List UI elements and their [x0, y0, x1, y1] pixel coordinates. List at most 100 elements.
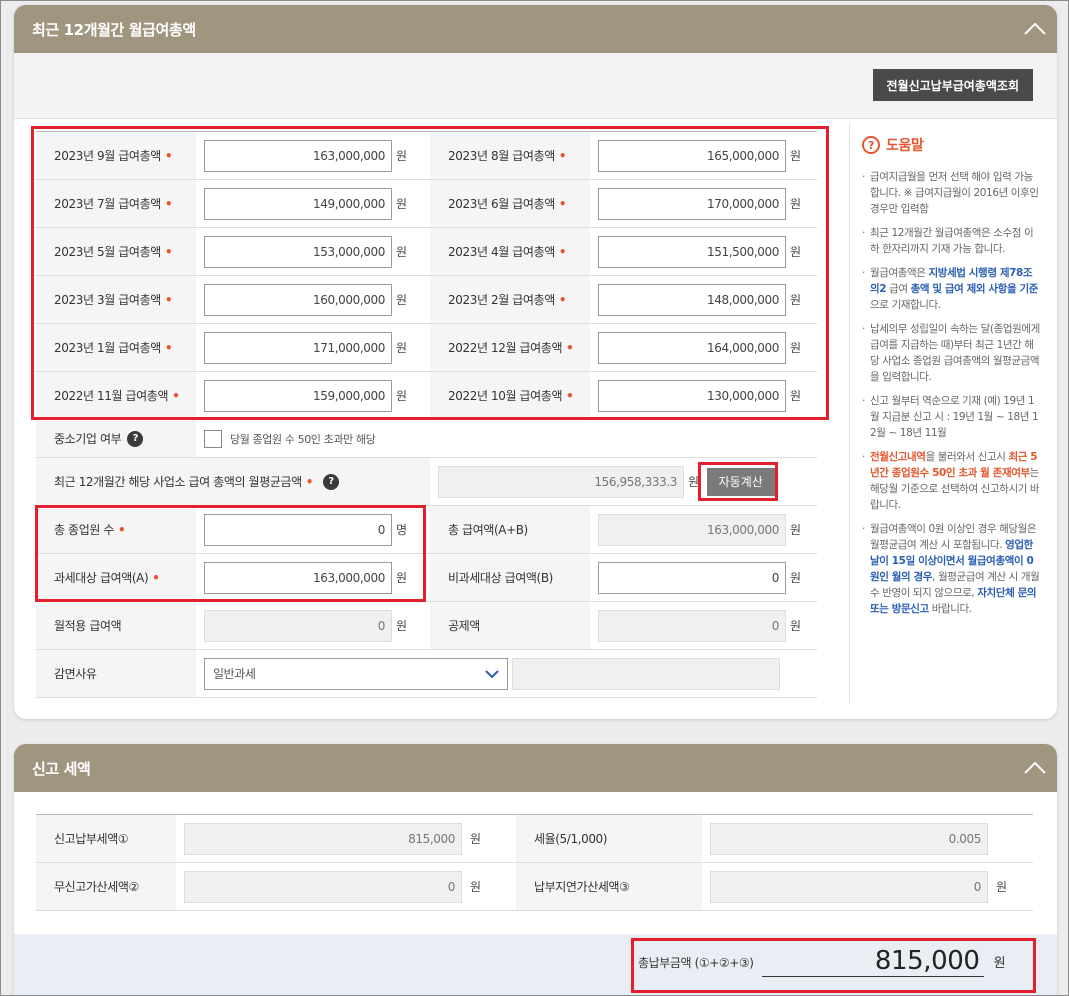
unit-label: 명: [396, 523, 407, 537]
month-label-text: 2023년 1월 급여총액: [54, 341, 161, 355]
month-pay-input[interactable]: 163,000,000: [204, 139, 392, 172]
tax-table: 신고납부세액① 815,000 원 세율(5/1,000) 0.005 무신고가…: [36, 814, 1033, 911]
unit-label: 원: [396, 293, 407, 307]
required-mark: •: [305, 474, 314, 489]
help-item: 신고 월부터 역순으로 기재 (예) 19년 1월 지급분 신고 시 : 19년…: [862, 393, 1041, 441]
help-list: 급여지급월을 먼저 선택 해야 입력 가능 합니다. ※ 급여지급월이 2016…: [862, 169, 1041, 617]
avg-label: 최근 12개월간 해당 사업소 급여 총액의 월평균금액 •?: [36, 458, 430, 505]
help-text: 최근 12개월간 월급여총액은 소수점 이하 한자리까지 기재 가능 합니다.: [870, 227, 1034, 255]
reported-tax-label: 신고납부세액①: [36, 815, 176, 862]
table-row: 신고납부세액① 815,000 원 세율(5/1,000) 0.005: [36, 815, 1033, 863]
month-label: 2023년 5월 급여총액 •: [36, 228, 196, 275]
unit-label: 원: [790, 341, 801, 355]
taxable-input[interactable]: 163,000,000: [204, 561, 392, 594]
table-row: 과세대상 급여액(A) • 163,000,000 원 비과세대상 급여액(B) 0 원: [36, 554, 817, 602]
help-text: 을 불러와서 신고시: [925, 451, 1009, 463]
month-pay-input[interactable]: 148,000,000: [598, 283, 786, 316]
month-pay-input[interactable]: 130,000,000: [598, 379, 786, 412]
month-pay-input[interactable]: 170,000,000: [598, 187, 786, 220]
help-icon[interactable]: ?: [127, 430, 144, 447]
unit-label: 원: [790, 293, 801, 307]
month-pay-input[interactable]: 153,000,000: [204, 235, 392, 268]
monthly-pay-table: 2023년 9월 급여총액 • 163,000,000 원 2023년 8월 급여총액 •…: [36, 131, 817, 701]
required-mark: •: [118, 522, 126, 537]
month-pay-input[interactable]: 159,000,000: [204, 379, 392, 412]
month-label: 2023년 6월 급여총액 •: [430, 180, 590, 227]
month-pay-input[interactable]: 171,000,000: [204, 331, 392, 364]
month-pay-input[interactable]: 164,000,000: [598, 331, 786, 364]
toolbar: 전월신고납부급여총액조회: [14, 53, 1057, 119]
month-label: 2023년 8월 급여총액 •: [430, 132, 590, 179]
deduction-field: 0: [598, 609, 786, 642]
table-row: 2023년 7월 급여총액 • 149,000,000 원 2023년 6월 급여총액 •…: [36, 180, 817, 228]
exemption-label: 감면사유: [36, 650, 196, 697]
exemption-value: 일반과세: [213, 667, 256, 681]
month-label-text: 2022년 12월 급여총액: [448, 341, 563, 355]
monthly-applied-field: 0: [204, 609, 392, 642]
late-field: 0: [710, 870, 988, 903]
table-row: 감면사유 일반과세: [36, 650, 817, 698]
monthly-pay-panel: 최근 12개월간 월급여총액 전월신고납부급여총액조회 2023년 9월 급여총…: [14, 5, 1057, 719]
table-row: 2023년 5월 급여총액 • 153,000,000 원 2023년 4월 급여총액 •…: [36, 228, 817, 276]
month-label-text: 2023년 8월 급여총액: [448, 149, 555, 163]
month-label: 2023년 9월 급여총액 •: [36, 132, 196, 179]
sme-label-text: 중소기업 여부: [54, 432, 122, 446]
help-text: 총액 및 급여 제외 사항을 기준: [910, 283, 1039, 295]
chevron-up-icon[interactable]: [1013, 744, 1057, 792]
nontaxable-label-text: 비과세대상 급여액(B): [448, 571, 553, 585]
late-label: 납부지연가산세액③: [516, 863, 702, 910]
month-label-text: 2023년 5월 급여총액: [54, 245, 161, 259]
month-label: 2022년 12월 급여총액 •: [430, 324, 590, 371]
total-amount: 총납부금액 (①+②+③) 815,000 원: [638, 946, 1006, 977]
unit-label: 원: [790, 571, 801, 585]
month-pay-input[interactable]: 151,500,000: [598, 235, 786, 268]
nontaxable-label: 비과세대상 급여액(B): [430, 554, 590, 601]
total-pay-field: 163,000,000: [598, 513, 786, 546]
required-mark: •: [558, 148, 567, 163]
table-row: 월적용 급여액 0 원 공제액 0 원: [36, 602, 817, 650]
unit-label: 원: [470, 832, 481, 846]
month-pay-input[interactable]: 160,000,000: [204, 283, 392, 316]
deduction-label: 공제액: [430, 602, 590, 649]
lookup-previous-button[interactable]: 전월신고납부급여총액조회: [872, 69, 1033, 101]
nontaxable-input[interactable]: 0: [598, 561, 786, 594]
panel-header: 신고 세액: [14, 744, 1057, 792]
help-item: 월급여총액이 0원 이상인 경우 해당월은 월평균급여 계산 시 포함됩니다. …: [862, 521, 1041, 617]
unit-label: 원: [688, 475, 699, 489]
month-label-text: 2023년 4월 급여총액: [448, 245, 555, 259]
table-row: 2022년 11월 급여총액 • 159,000,000 원 2022년 10월 급여총…: [36, 372, 817, 420]
help-icon[interactable]: ?: [323, 473, 340, 490]
help-text: 바랍니다.: [928, 603, 972, 615]
deduction-label-text: 공제액: [448, 619, 480, 633]
required-mark: •: [172, 388, 180, 403]
employees-input[interactable]: 0: [204, 513, 392, 546]
month-pay-input[interactable]: 165,000,000: [598, 139, 786, 172]
required-mark: •: [164, 340, 173, 355]
month-label: 2023년 7월 급여총액 •: [36, 180, 196, 227]
sme-label: 중소기업 여부?: [36, 420, 196, 457]
sme-checkbox[interactable]: [204, 429, 222, 448]
help-item: 납세의무 성립일이 속하는 달(종업원에게 급여를 지급하는 때)부터 최근 1…: [862, 321, 1041, 385]
month-pay-input[interactable]: 149,000,000: [204, 187, 392, 220]
required-mark: •: [164, 148, 173, 163]
unit-label: 원: [790, 245, 801, 259]
month-label: 2023년 2월 급여총액 •: [430, 276, 590, 323]
month-label-text: 2023년 2월 급여총액: [448, 293, 555, 307]
unit-label: 원: [993, 956, 1006, 971]
exemption-label-text: 감면사유: [54, 667, 97, 681]
month-label: 2022년 11월 급여총액 •: [36, 372, 196, 419]
nonreport-label: 무신고가산세액②: [36, 863, 176, 910]
help-text: 신고 월부터 역순으로 기재: [870, 395, 981, 407]
table-row: 무신고가산세액② 0 원 납부지연가산세액③ 0 원: [36, 863, 1033, 911]
taxable-label-text: 과세대상 급여액(A): [54, 571, 149, 585]
required-mark: •: [566, 340, 574, 355]
help-item: 급여지급월을 먼저 선택 해야 입력 가능 합니다. ※ 급여지급월이 2016…: [862, 169, 1041, 217]
auto-calc-button[interactable]: 자동계산: [706, 467, 775, 496]
total-pay-label: 총 급여액(A+B): [430, 506, 590, 553]
chevron-up-icon[interactable]: [1013, 5, 1057, 53]
help-title: ? 도움말: [862, 135, 1041, 155]
required-mark: •: [566, 388, 574, 403]
total-value: 815,000: [761, 946, 984, 977]
month-label: 2023년 1월 급여총액 •: [36, 324, 196, 371]
exemption-select[interactable]: 일반과세: [204, 657, 508, 690]
